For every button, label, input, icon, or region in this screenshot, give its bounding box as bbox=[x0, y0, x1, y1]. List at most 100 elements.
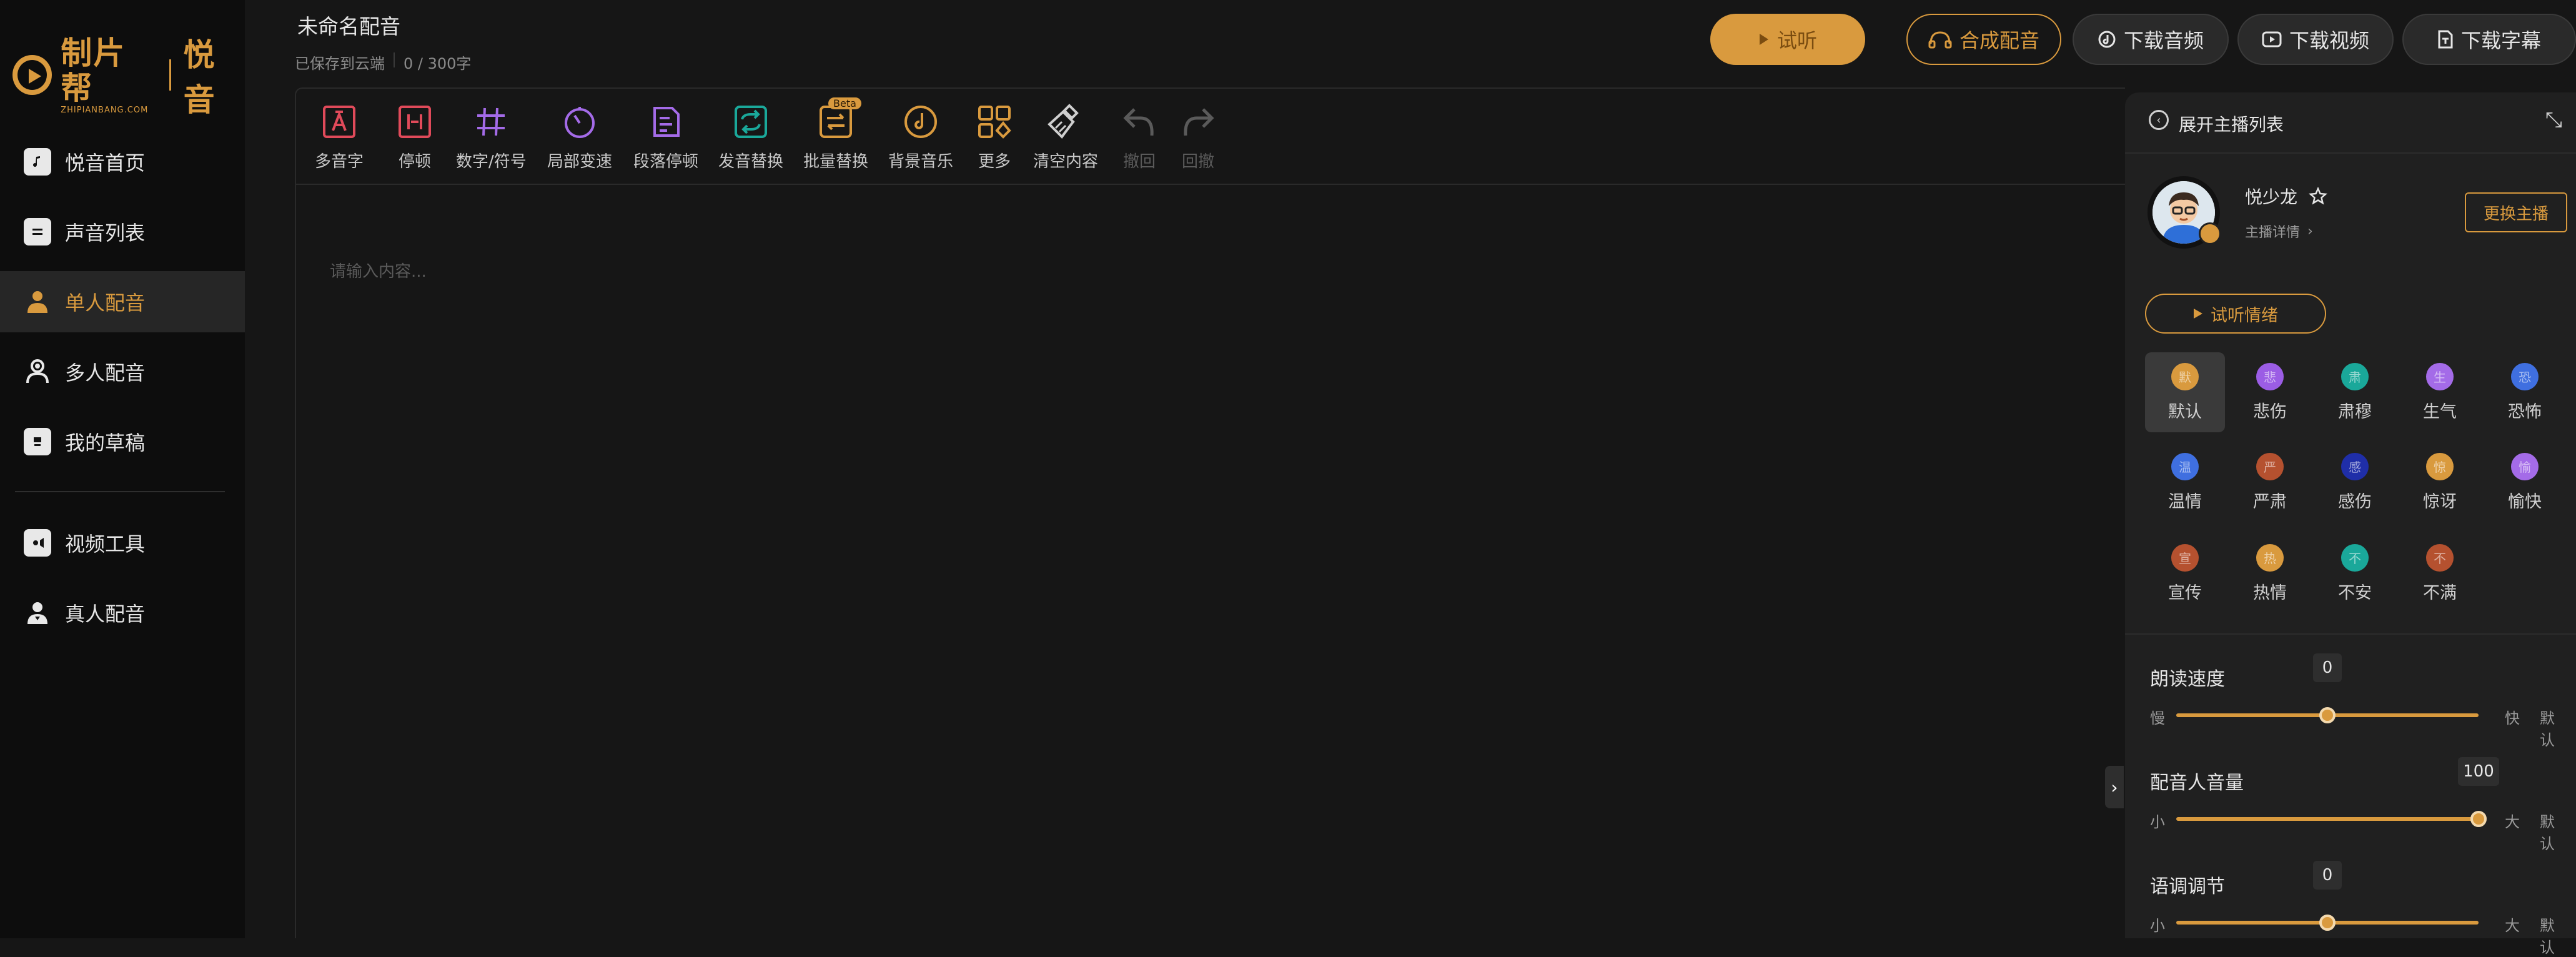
emotion-label: 温情 bbox=[2168, 492, 2202, 512]
play-icon bbox=[1759, 34, 1768, 45]
emotion-option[interactable]: 不不满 bbox=[2400, 533, 2480, 613]
slider-max-label: 大 bbox=[2505, 917, 2520, 935]
emotion-listen-button[interactable]: 试听情绪 bbox=[2145, 294, 2326, 334]
anchor-name: 悦少龙 bbox=[2245, 184, 2328, 209]
emotion-option[interactable]: 惊惊讶 bbox=[2400, 442, 2480, 522]
change-anchor-button[interactable]: 更换主播 bbox=[2465, 192, 2567, 232]
sidebar-item-drafts[interactable]: 我的草稿 bbox=[0, 411, 245, 472]
download-subtitle-label: 下载字幕 bbox=[2460, 29, 2541, 52]
tool-label: 清空内容 bbox=[1033, 152, 1099, 171]
tool-label: 数字/符号 bbox=[456, 152, 527, 171]
emotion-option[interactable]: 愉愉快 bbox=[2485, 442, 2565, 522]
emotion-option[interactable]: 肃肃穆 bbox=[2315, 352, 2395, 432]
tool-batch-replace[interactable]: Beta 批量替换 bbox=[803, 97, 868, 172]
emotion-option[interactable]: 热热情 bbox=[2230, 533, 2310, 613]
tool-number-symbol[interactable]: 数字/符号 bbox=[456, 100, 527, 172]
logo[interactable]: 制片帮 ZHIPIANBANG.COM 悦音 bbox=[12, 30, 245, 120]
expand-anchor-list-link[interactable]: 展开主播列表 bbox=[2179, 111, 2284, 136]
document-title[interactable]: 未命名配音 bbox=[297, 10, 400, 40]
text-editor[interactable]: 请输入内容... bbox=[295, 185, 2125, 938]
sidebar-item-real-dubbing[interactable]: 真人配音 bbox=[0, 582, 245, 643]
sidebar-item-home[interactable]: 悦音首页 bbox=[0, 131, 245, 192]
listen-button[interactable]: 试听 bbox=[1710, 14, 1865, 65]
slider-max-label: 快 bbox=[2505, 710, 2520, 727]
emotion-label: 感伤 bbox=[2338, 492, 2372, 512]
sidebar-item-label: 真人配音 bbox=[65, 602, 146, 626]
emotion-glyph-icon: 热 bbox=[2256, 543, 2284, 572]
slider-thumb[interactable] bbox=[2319, 915, 2336, 931]
download-audio-button[interactable]: 下载音频 bbox=[2073, 14, 2229, 65]
tool-label: 发音替换 bbox=[718, 152, 784, 171]
emotion-option[interactable]: 温温情 bbox=[2145, 442, 2225, 522]
emotion-label: 宣传 bbox=[2168, 583, 2202, 603]
sidebar-item-single-dubbing[interactable]: 单人配音 bbox=[0, 271, 245, 332]
emotion-option[interactable]: 恐恐怖 bbox=[2485, 352, 2565, 432]
emotion-option[interactable]: 宣宣传 bbox=[2145, 533, 2225, 613]
tool-local-speed[interactable]: 局部变速 bbox=[547, 100, 612, 172]
tool-pause[interactable]: 停顿 bbox=[397, 100, 432, 172]
logo-brand-sub: ZHIPIANBANG.COM bbox=[61, 105, 149, 115]
slider-reset-default[interactable]: 默认 bbox=[2540, 913, 2569, 957]
tool-label: 多音字 bbox=[315, 152, 364, 171]
vip-badge-icon bbox=[2199, 222, 2221, 245]
tool-label: 局部变速 bbox=[547, 152, 613, 171]
tool-clear[interactable]: 清空内容 bbox=[1033, 100, 1098, 172]
tool-paragraph-pause[interactable]: 段落停顿 bbox=[633, 100, 698, 172]
emotion-option[interactable]: 悲悲伤 bbox=[2230, 352, 2310, 432]
anchor-detail-label: 主播详情 bbox=[2245, 225, 2301, 240]
slider-track[interactable] bbox=[2176, 817, 2479, 821]
synthesize-button[interactable]: 合成配音 bbox=[1906, 14, 2061, 65]
slider-control[interactable]: 慢 快 默认 bbox=[2150, 702, 2569, 749]
slider-thumb[interactable] bbox=[2319, 707, 2336, 723]
emotion-option[interactable]: 严严肃 bbox=[2230, 442, 2310, 522]
slider-thumb[interactable] bbox=[2470, 811, 2487, 827]
panel-toggle-button[interactable]: › bbox=[2105, 766, 2124, 808]
emotion-label: 愉快 bbox=[2508, 492, 2542, 512]
tool-more[interactable]: 更多 bbox=[977, 100, 1012, 172]
subtitle-file-icon bbox=[2438, 30, 2453, 49]
sidebar-item-label: 多人配音 bbox=[65, 361, 146, 385]
chevron-left-icon[interactable]: ‹ bbox=[2149, 110, 2169, 130]
download-video-button[interactable]: 下载视频 bbox=[2237, 14, 2394, 65]
slider-title: 朗读速度 bbox=[2150, 668, 2225, 690]
emotion-option[interactable]: 不不安 bbox=[2315, 533, 2395, 613]
emotion-option[interactable]: 感感伤 bbox=[2315, 442, 2395, 522]
tool-background-music[interactable]: 背景音乐 bbox=[888, 100, 953, 172]
tool-label: 停顿 bbox=[398, 152, 431, 171]
emotion-label: 肃穆 bbox=[2338, 402, 2372, 422]
emotion-glyph-icon: 愉 bbox=[2511, 452, 2539, 480]
panel-divider bbox=[2125, 633, 2576, 635]
anchor-detail-link[interactable]: 主播详情 › bbox=[2245, 221, 2313, 241]
emotion-listen-label: 试听情绪 bbox=[2211, 305, 2278, 325]
slider-control[interactable]: 小 大 默认 bbox=[2150, 806, 2569, 853]
favorite-star-icon[interactable] bbox=[2309, 187, 2328, 206]
tool-polyphone[interactable]: 多音字 bbox=[315, 100, 364, 172]
sidebar-item-voice-list[interactable]: 声音列表 bbox=[0, 201, 245, 262]
tool-pronunciation-replace[interactable]: 发音替换 bbox=[718, 100, 783, 172]
emotion-glyph-icon: 不 bbox=[2426, 543, 2454, 572]
change-anchor-label: 更换主播 bbox=[2483, 204, 2549, 224]
tool-redo[interactable]: 回撤 bbox=[1181, 100, 1216, 172]
slider-reset-default[interactable]: 默认 bbox=[2540, 706, 2569, 750]
emotion-glyph-icon: 肃 bbox=[2341, 362, 2369, 390]
slider-reset-default[interactable]: 默认 bbox=[2540, 810, 2569, 853]
download-subtitle-button[interactable]: 下载字幕 bbox=[2402, 14, 2576, 65]
editor-toolbar: 多音字 停顿 数字/符号 局部变速 段落停顿 发音替换 Beta 批量替换 背景… bbox=[295, 87, 2125, 185]
background-music-icon bbox=[903, 100, 938, 144]
polyphone-icon bbox=[322, 100, 357, 144]
collapse-icon[interactable]: ⤡ bbox=[2545, 107, 2562, 132]
sidebar-item-multi-dubbing[interactable]: 多人配音 bbox=[0, 341, 245, 402]
slider-control[interactable]: 小 大 默认 bbox=[2150, 910, 2569, 956]
emotion-glyph-icon: 默 bbox=[2171, 362, 2199, 390]
sidebar-item-video-tools[interactable]: 视频工具 bbox=[0, 512, 245, 573]
anchor-name-text: 悦少龙 bbox=[2245, 187, 2298, 207]
emotion-label: 默认 bbox=[2168, 402, 2202, 422]
slider-title: 语调调节 bbox=[2150, 876, 2225, 898]
emotion-label: 严肃 bbox=[2253, 492, 2287, 512]
emotion-label: 不安 bbox=[2338, 583, 2372, 603]
char-count: 0 / 300字 bbox=[404, 55, 472, 72]
sidebar-item-label: 声音列表 bbox=[65, 221, 146, 245]
emotion-option[interactable]: 默默认 bbox=[2145, 352, 2225, 432]
tool-undo[interactable]: 撤回 bbox=[1122, 100, 1157, 172]
emotion-option[interactable]: 生生气 bbox=[2400, 352, 2480, 432]
